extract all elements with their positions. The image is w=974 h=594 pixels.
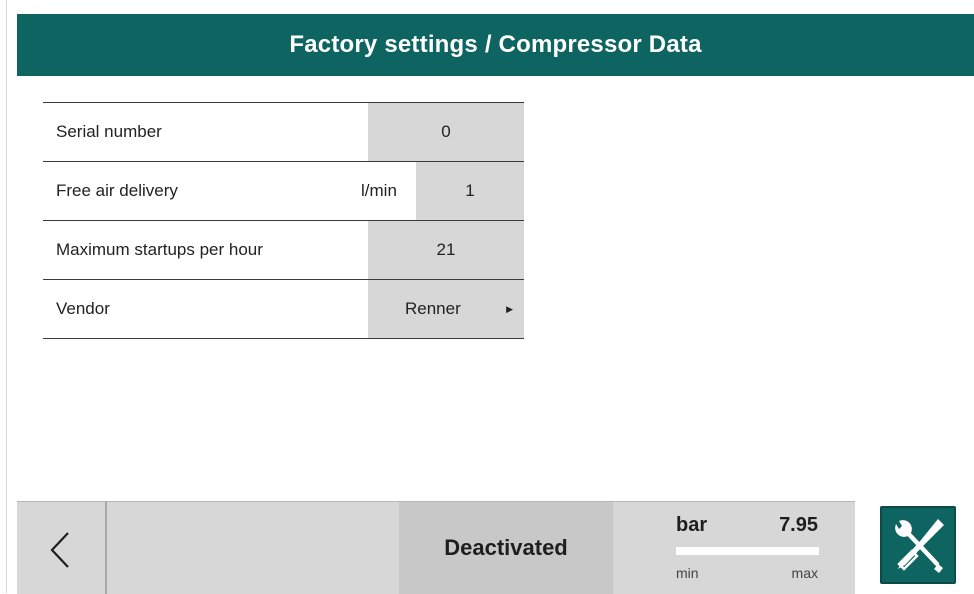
- footer-bar: Deactivated bar 7.95 min max: [17, 501, 974, 594]
- wrench-screwdriver-icon: [895, 519, 944, 573]
- vendor-selected-value: Renner: [405, 299, 461, 318]
- tools-panel: [855, 501, 974, 593]
- pressure-panel: bar 7.95 min max: [613, 501, 855, 594]
- back-button[interactable]: [17, 501, 107, 594]
- free-air-delivery-unit: l/min: [361, 181, 397, 200]
- settings-row-vendor: Vendor Renner ▶: [43, 280, 524, 339]
- max-startups-label: Maximum startups per hour: [56, 240, 263, 259]
- pressure-min-label: min: [676, 565, 699, 581]
- max-startups-field[interactable]: 21: [368, 221, 524, 279]
- status-text: Deactivated: [444, 535, 568, 560]
- settings-table: Serial number 0 Free air delivery l/min …: [43, 102, 524, 339]
- free-air-delivery-label: Free air delivery: [56, 181, 178, 200]
- pressure-gauge-bar: [676, 547, 819, 555]
- page-title: Factory settings / Compressor Data: [289, 31, 702, 58]
- pressure-max-label: max: [791, 565, 818, 581]
- pressure-unit: bar: [676, 514, 708, 536]
- pressure-value: 7.95: [779, 514, 818, 536]
- app-window: Factory settings / Compressor Data Seria…: [0, 0, 974, 594]
- service-tools-button[interactable]: [880, 506, 956, 584]
- vendor-label: Vendor: [56, 299, 110, 318]
- chevron-left-icon: [50, 532, 69, 568]
- caret-right-icon: ▶: [506, 303, 513, 314]
- window-edge: [6, 0, 7, 593]
- vendor-select[interactable]: Renner ▶: [368, 280, 524, 338]
- settings-row-serial-number: Serial number 0: [43, 103, 524, 162]
- page-header: Factory settings / Compressor Data: [17, 14, 974, 76]
- footer-spacer: [107, 501, 399, 594]
- free-air-delivery-field[interactable]: 1: [416, 162, 524, 220]
- serial-number-label: Serial number: [56, 122, 162, 141]
- status-panel: Deactivated: [399, 501, 613, 594]
- serial-number-field[interactable]: 0: [368, 103, 524, 161]
- settings-row-free-air-delivery: Free air delivery l/min 1: [43, 162, 524, 221]
- settings-row-max-startups: Maximum startups per hour 21: [43, 221, 524, 280]
